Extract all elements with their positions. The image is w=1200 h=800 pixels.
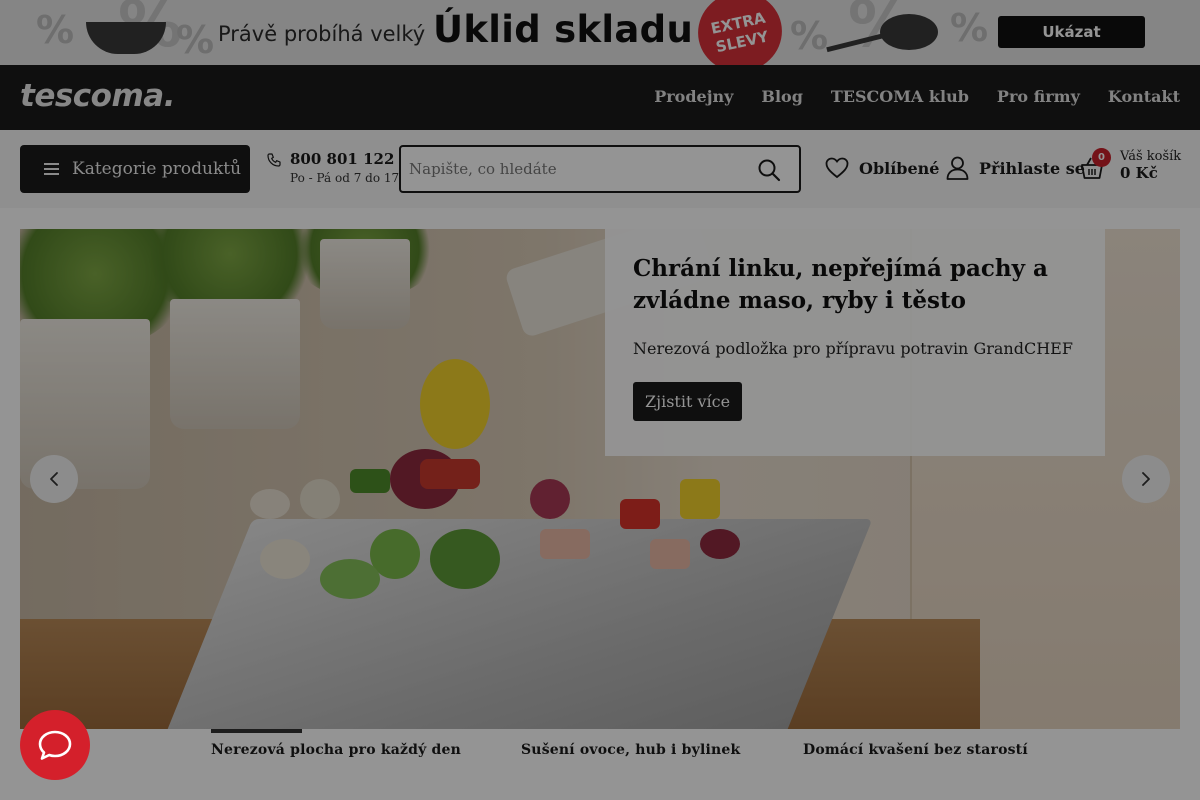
mushroom-image [250, 489, 290, 519]
carousel-tab[interactable]: Domácí kvašení bez starostí [803, 742, 1028, 758]
hamburger-icon [44, 163, 59, 175]
flower-pot [320, 239, 410, 329]
phone-contact[interactable]: 800 801 122 Po - Pá od 7 do 17 [266, 150, 399, 185]
pancake-pan-image [880, 14, 938, 50]
chevron-left-icon [50, 472, 58, 486]
skewer-pepper [680, 479, 720, 519]
search-input[interactable] [401, 147, 731, 191]
promo-banner[interactable]: % % % Právě probíhá velký Úklid skladu E… [0, 0, 1200, 65]
carousel-tabs: Nerezová plocha pro každý den Sušení ovo… [0, 729, 1200, 800]
nav-item-kontakt[interactable]: Kontakt [1108, 87, 1180, 106]
cart-label: Váš košík [1120, 149, 1182, 164]
hero-cta-button[interactable]: Zjistit více [633, 382, 743, 421]
main-nav: Prodejny Blog TESCOMA klub Pro firmy Kon… [654, 87, 1180, 106]
cart-summary[interactable]: Váš košík 0 Kč [1120, 149, 1181, 182]
login-label: Přihlaste se [979, 158, 1085, 178]
heart-icon [825, 157, 849, 179]
steel-board-image [147, 519, 873, 729]
nav-item-prodejny[interactable]: Prodejny [654, 87, 733, 106]
skewer-meat [540, 529, 590, 559]
flower-pot [170, 299, 300, 429]
favorites-button[interactable]: Oblíbené [825, 157, 939, 179]
cart-count-badge: 0 [1092, 148, 1111, 167]
utility-bar: Kategorie produktů 800 801 122 Po - Pá o… [0, 130, 1200, 208]
chat-button[interactable] [20, 710, 90, 780]
skewer-onion [530, 479, 570, 519]
promo-title: Úklid skladu [433, 8, 694, 51]
zucchini-image [430, 529, 500, 589]
cart-amount: 0 Kč [1120, 164, 1158, 182]
promo-text: Právě probíhá velký [218, 22, 426, 46]
hero-heading: Chrání linku, nepřejímá pachy a zvládne … [633, 255, 1048, 314]
pepper-image [420, 359, 490, 449]
percent-decoration: % [790, 14, 829, 58]
nav-item-pro-firmy[interactable]: Pro firmy [997, 87, 1080, 106]
nav-item-tescoma-klub[interactable]: TESCOMA klub [831, 87, 969, 106]
mushroom-image [300, 479, 340, 519]
search-icon[interactable] [757, 158, 781, 182]
pepper-image [350, 469, 390, 493]
tescoma-logo[interactable]: tescoma. [20, 78, 175, 114]
carousel-tab[interactable]: Nerezová plocha pro každý den [211, 742, 461, 758]
chevron-right-icon [1142, 472, 1150, 486]
login-button[interactable]: Přihlaste se [946, 156, 1085, 180]
carousel-next-button[interactable] [1122, 455, 1170, 503]
skewer-pepper [620, 499, 660, 529]
phone-number: 800 801 122 [290, 150, 395, 168]
user-icon [946, 156, 969, 180]
promo-badge: EXTRA SLEVY [690, 0, 790, 65]
carousel-tab[interactable]: Sušení ovoce, hub i bylinek [521, 742, 740, 758]
percent-decoration: % [176, 18, 215, 62]
hero-subheading: Nerezová podložka pro přípravu potravin … [633, 339, 1073, 358]
categories-button[interactable]: Kategorie produktů [20, 145, 250, 193]
active-tab-indicator [211, 729, 302, 733]
chat-bubble-icon [38, 730, 72, 760]
promo-show-button[interactable]: Ukázat [998, 16, 1145, 48]
pepper-image [420, 459, 480, 489]
categories-label: Kategorie produktů [72, 159, 242, 179]
phone-icon [267, 153, 281, 167]
phone-hours: Po - Pá od 7 do 17 [290, 171, 400, 185]
favorites-label: Oblíbené [859, 158, 940, 178]
hero-caption-card: Chrání linku, nepřejímá pachy a zvládne … [605, 229, 1105, 456]
percent-decoration: % [36, 8, 75, 52]
percent-decoration: % [950, 6, 989, 50]
zucchini-image [320, 559, 380, 599]
skewer-meat [650, 539, 690, 569]
top-header: tescoma. Prodejny Blog TESCOMA klub Pro … [0, 65, 1200, 130]
skewer-onion [700, 529, 740, 559]
search-box [399, 145, 801, 193]
nav-item-blog[interactable]: Blog [761, 87, 802, 106]
mushroom-image [260, 539, 310, 579]
carousel-prev-button[interactable] [30, 455, 78, 503]
